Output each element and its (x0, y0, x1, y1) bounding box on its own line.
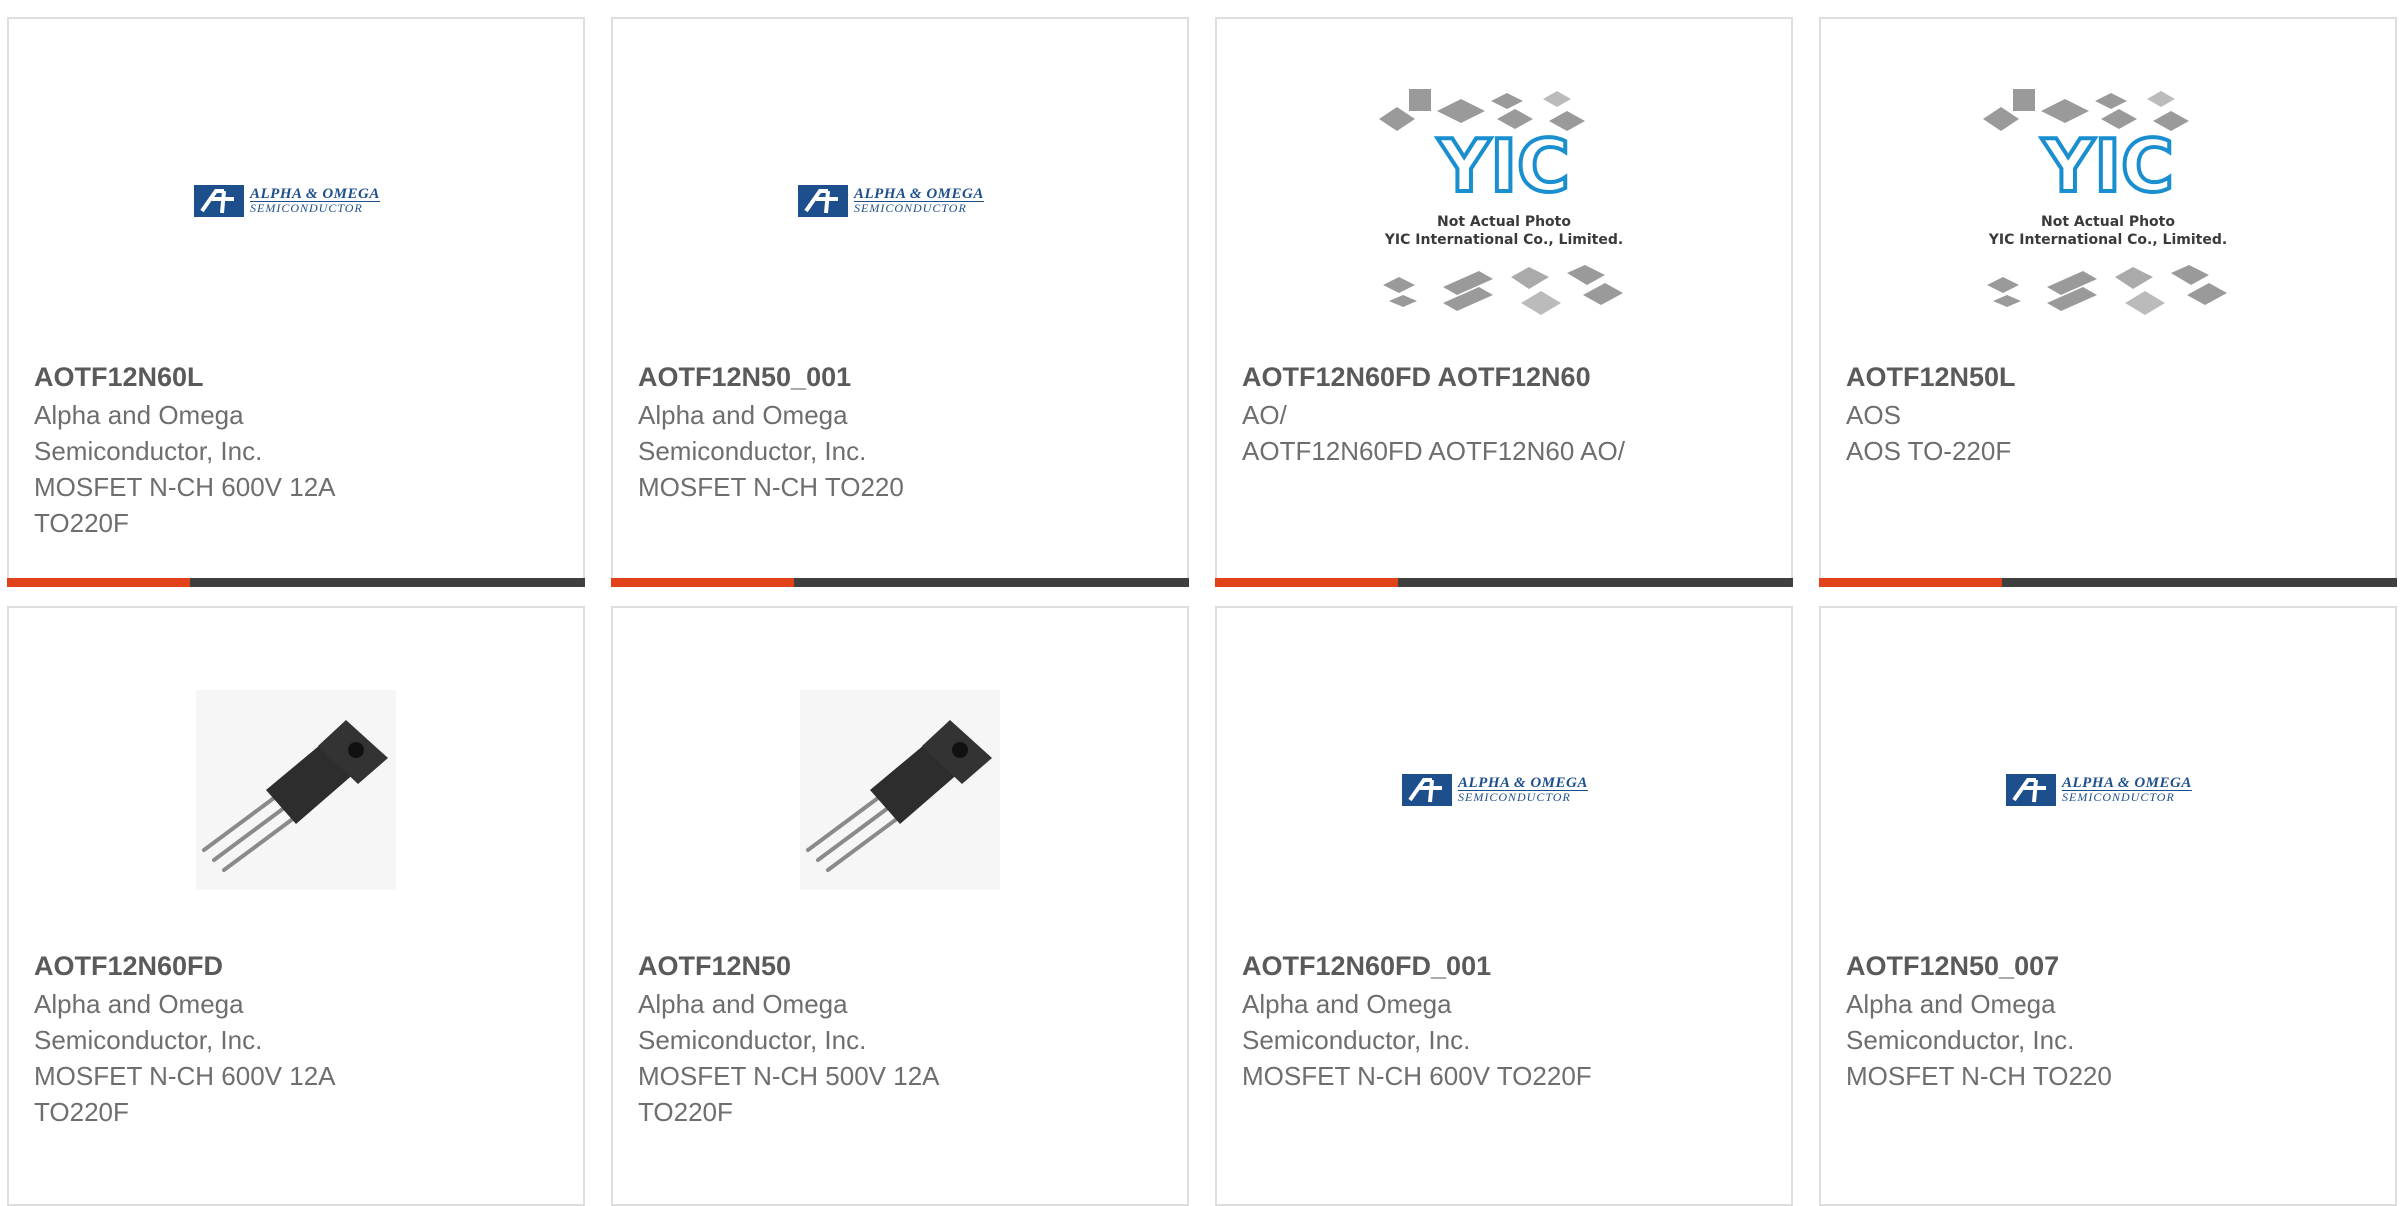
aos-logo-line2: SEMICONDUCTOR (1458, 789, 1571, 804)
aos-logo-line1: ALPHA & OMEGA (1458, 774, 1588, 791)
to220-transistor-icon (196, 690, 396, 890)
product-info: AOTF12N50 Alpha and Omega Semiconductor,… (638, 948, 1167, 1130)
description-line: AOTF12N60FD AOTF12N60 AO/ (1242, 436, 1625, 466)
manufacturer-line: AOS (1846, 400, 1901, 430)
aos-logo-line1: ALPHA & OMEGA (250, 185, 380, 202)
yic-logo-text: YIC (2041, 124, 2174, 208)
yic-placeholder-image: YIC Not Actual Photo YIC International C… (1973, 81, 2243, 321)
product-image[interactable]: ALPHA & OMEGA SEMICONDUCTOR (9, 41, 583, 361)
manufacturer-line: Alpha and Omega (638, 400, 848, 430)
description-line: MOSFET N-CH 600V 12A (34, 472, 336, 502)
aos-logo: ALPHA & OMEGA SEMICONDUCTOR (1402, 767, 1606, 813)
part-number[interactable]: AOTF12N60FD_001 (1242, 948, 1771, 984)
yic-caption: YIC International Co., Limited. (1988, 232, 2228, 248)
aos-logo-line2: SEMICONDUCTOR (2062, 789, 2175, 804)
aos-mark-icon (1402, 774, 1452, 806)
aos-logo-line2: SEMICONDUCTOR (250, 200, 363, 215)
product-info: AOTF12N50_001 Alpha and Omega Semiconduc… (638, 359, 1167, 505)
part-number[interactable]: AOTF12N60FD AOTF12N60 (1242, 359, 1771, 395)
product-card[interactable]: ALPHA & OMEGA SEMICONDUCTOR AOTF12N60L A… (7, 17, 585, 587)
card-bottom-bar (1215, 578, 1793, 587)
manufacturer-line: Alpha and Omega (34, 400, 244, 430)
description-line: MOSFET N-CH TO220 (1846, 1061, 2112, 1091)
card-accent (7, 578, 190, 587)
part-number[interactable]: AOTF12N60FD (34, 948, 563, 984)
card-bottom-bar (1819, 578, 2397, 587)
manufacturer-line: Semiconductor, Inc. (34, 436, 263, 466)
description-line: MOSFET N-CH TO220 (638, 472, 904, 502)
manufacturer-line: Alpha and Omega (34, 989, 244, 1019)
product-info: AOTF12N60FD AOTF12N60 AO/ AOTF12N60FD AO… (1242, 359, 1771, 469)
manufacturer-line: Semiconductor, Inc. (638, 436, 867, 466)
product-card[interactable]: YIC Not Actual Photo YIC International C… (1215, 17, 1793, 587)
aos-mark-icon (2006, 774, 2056, 806)
product-info: AOTF12N60FD Alpha and Omega Semiconducto… (34, 948, 563, 1130)
product-image[interactable]: ALPHA & OMEGA SEMICONDUCTOR (613, 41, 1187, 361)
product-image[interactable]: YIC Not Actual Photo YIC International C… (1217, 41, 1791, 361)
description-line: MOSFET N-CH 600V TO220F (1242, 1061, 1592, 1091)
product-image[interactable] (9, 630, 583, 950)
product-card[interactable]: ALPHA & OMEGA SEMICONDUCTOR AOTF12N50_00… (1819, 606, 2397, 1206)
package-line: TO220F (34, 1097, 129, 1127)
card-bottom-bar (7, 578, 585, 587)
manufacturer-line: Alpha and Omega (1846, 989, 2056, 1019)
product-card[interactable]: AOTF12N50 Alpha and Omega Semiconductor,… (611, 606, 1189, 1206)
aos-logo: ALPHA & OMEGA SEMICONDUCTOR (2006, 767, 2210, 813)
aos-mark-icon (194, 185, 244, 217)
manufacturer-line: Alpha and Omega (1242, 989, 1452, 1019)
product-card[interactable]: YIC Not Actual Photo YIC International C… (1819, 17, 2397, 587)
aos-logo-line2: SEMICONDUCTOR (854, 200, 967, 215)
manufacturer-line: Semiconductor, Inc. (1242, 1025, 1471, 1055)
product-info: AOTF12N50L AOS AOS TO-220F (1846, 359, 2375, 469)
card-accent (611, 578, 794, 587)
part-number[interactable]: AOTF12N50 (638, 948, 1167, 984)
product-info: AOTF12N60L Alpha and Omega Semiconductor… (34, 359, 563, 541)
aos-logo: ALPHA & OMEGA SEMICONDUCTOR (798, 178, 1002, 224)
product-image[interactable]: ALPHA & OMEGA SEMICONDUCTOR (1217, 630, 1791, 950)
yic-placeholder-image: YIC Not Actual Photo YIC International C… (1369, 81, 1639, 321)
product-image[interactable]: ALPHA & OMEGA SEMICONDUCTOR (1821, 630, 2395, 950)
yic-caption: Not Actual Photo (2041, 214, 2175, 230)
description-line: MOSFET N-CH 500V 12A (638, 1061, 940, 1091)
product-card[interactable]: AOTF12N60FD Alpha and Omega Semiconducto… (7, 606, 585, 1206)
package-line: TO220F (638, 1097, 733, 1127)
product-card[interactable]: ALPHA & OMEGA SEMICONDUCTOR AOTF12N50_00… (611, 17, 1189, 587)
aos-logo: ALPHA & OMEGA SEMICONDUCTOR (194, 178, 398, 224)
aos-mark-icon (798, 185, 848, 217)
manufacturer-line: AO/ (1242, 400, 1287, 430)
product-info: AOTF12N60FD_001 Alpha and Omega Semicond… (1242, 948, 1771, 1094)
chip-packages-icon: YIC (1983, 89, 2227, 315)
to220-transistor-icon (800, 690, 1000, 890)
manufacturer-line: Alpha and Omega (638, 989, 848, 1019)
part-number[interactable]: AOTF12N60L (34, 359, 563, 395)
aos-logo-line1: ALPHA & OMEGA (854, 185, 984, 202)
card-accent (1215, 578, 1398, 587)
card-accent (1819, 578, 2002, 587)
description-line: AOS TO-220F (1846, 436, 2012, 466)
aos-logo-line1: ALPHA & OMEGA (2062, 774, 2192, 791)
manufacturer-line: Semiconductor, Inc. (34, 1025, 263, 1055)
part-number[interactable]: AOTF12N50_007 (1846, 948, 2375, 984)
package-line: TO220F (34, 508, 129, 538)
part-number[interactable]: AOTF12N50L (1846, 359, 2375, 395)
yic-logo-text: YIC (1437, 124, 1570, 208)
part-number[interactable]: AOTF12N50_001 (638, 359, 1167, 395)
chip-packages-icon: YIC (1379, 89, 1623, 315)
yic-caption: Not Actual Photo (1437, 214, 1571, 230)
product-info: AOTF12N50_007 Alpha and Omega Semiconduc… (1846, 948, 2375, 1094)
yic-caption: YIC International Co., Limited. (1384, 232, 1624, 248)
manufacturer-line: Semiconductor, Inc. (1846, 1025, 2075, 1055)
description-line: MOSFET N-CH 600V 12A (34, 1061, 336, 1091)
product-image[interactable] (613, 630, 1187, 950)
product-image[interactable]: YIC Not Actual Photo YIC International C… (1821, 41, 2395, 361)
card-bottom-bar (611, 578, 1189, 587)
manufacturer-line: Semiconductor, Inc. (638, 1025, 867, 1055)
product-card[interactable]: ALPHA & OMEGA SEMICONDUCTOR AOTF12N60FD_… (1215, 606, 1793, 1206)
